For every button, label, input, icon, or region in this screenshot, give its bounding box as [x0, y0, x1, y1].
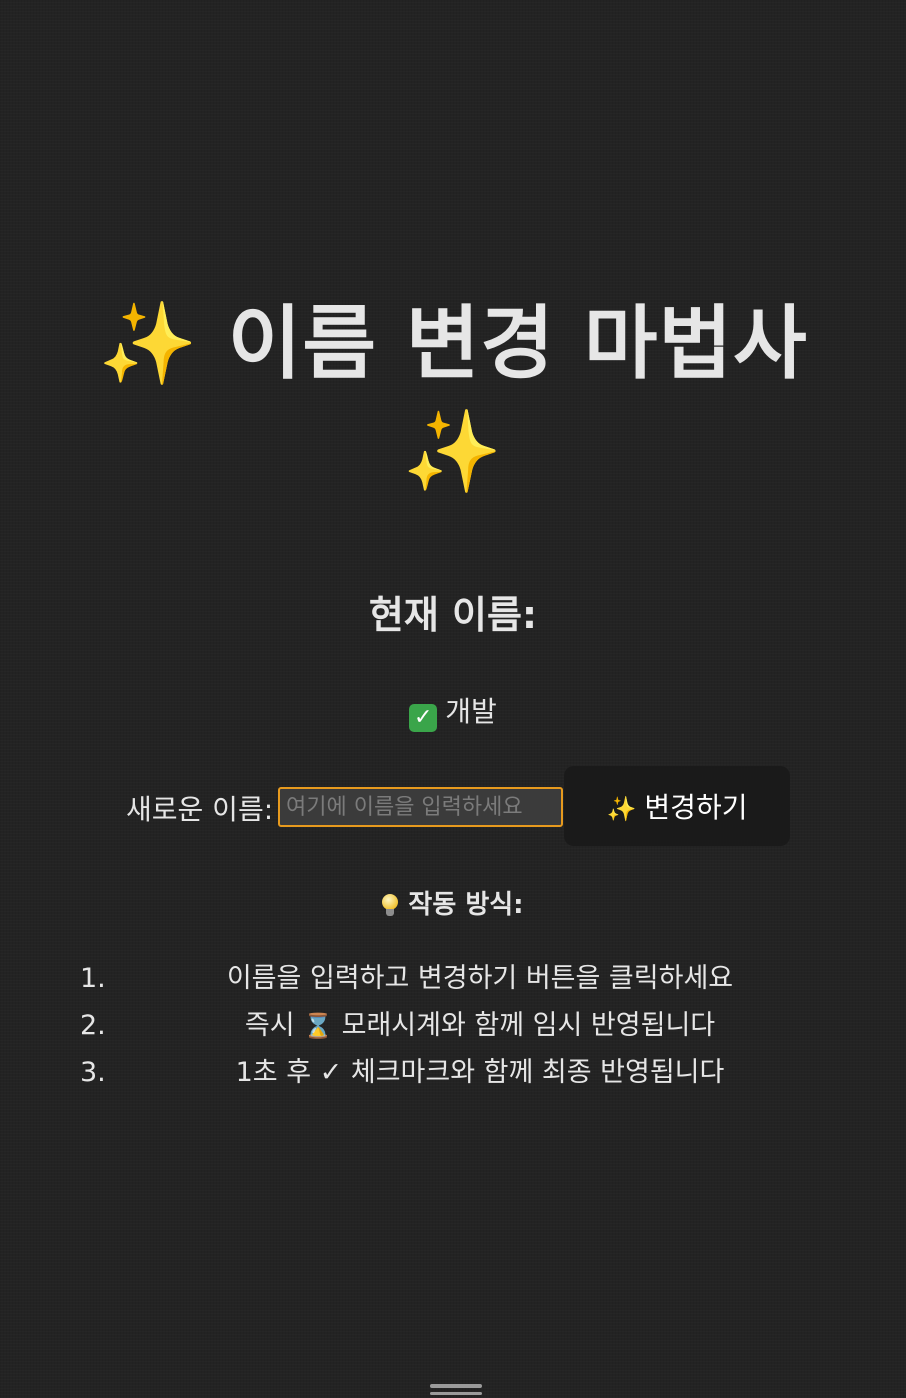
page: ✨ 이름 변경 마법사 ✨ 현재 이름: ✓개발 새로운 이름: ✨변경하기 작…: [0, 0, 906, 1398]
page-title: ✨ 이름 변경 마법사 ✨: [60, 290, 846, 506]
hourglass-icon: ⌛: [303, 1012, 334, 1040]
rename-form: 새로운 이름: ✨변경하기: [0, 766, 906, 846]
sparkle-icon: ✨: [606, 795, 637, 823]
current-name-label: 현재 이름:: [368, 593, 538, 637]
step-text: 1초 후 ✓ 체크마크와 함께 최종 반영됩니다: [235, 1057, 725, 1088]
change-name-button-label: 변경하기: [644, 791, 748, 824]
new-name-label: 새로운 이름:: [126, 793, 274, 826]
list-item: 2. 즉시 ⌛ 모래시계와 함께 임시 반영됩니다: [80, 1005, 840, 1052]
list-item: 1. 이름을 입력하고 변경하기 버튼을 클릭하세요: [80, 958, 840, 1005]
step-text-after: 모래시계와 함께 임시 반영됩니다: [333, 1010, 716, 1041]
page-title-text: 이름 변경 마법사: [227, 297, 808, 390]
step-text: 즉시 ⌛ 모래시계와 함께 임시 반영됩니다: [170, 1005, 790, 1047]
check-icon: ✓: [409, 704, 438, 732]
step-text-before: 즉시: [244, 1010, 304, 1041]
sparkle-icon: ✨: [98, 297, 199, 390]
current-name-value: 개발: [445, 695, 497, 728]
list-item: 3. 1초 후 ✓ 체크마크와 함께 최종 반영됩니다: [80, 1052, 840, 1099]
change-name-button[interactable]: ✨ 변경하기: [564, 766, 790, 846]
home-indicator-line: [430, 1392, 482, 1395]
step-text: 이름을 입력하고 변경하기 버튼을 클릭하세요: [226, 963, 734, 994]
how-it-works-title-text: 작동 방식:: [408, 890, 524, 920]
how-it-works-title: 작동 방식:: [0, 884, 906, 921]
home-indicator: [430, 1384, 482, 1388]
step-number: 3.: [80, 1057, 106, 1088]
step-number: 1.: [80, 963, 106, 994]
sparkle-icon: ✨: [402, 405, 504, 498]
step-number: 2.: [80, 1010, 106, 1041]
steps-list: 1. 이름을 입력하고 변경하기 버튼을 클릭하세요 2. 즉시 ⌛ 모래시계와…: [80, 958, 840, 1099]
current-name-display: ✓ 개발: [0, 690, 906, 732]
new-name-input[interactable]: [278, 787, 563, 827]
bulb-icon: [382, 894, 399, 916]
